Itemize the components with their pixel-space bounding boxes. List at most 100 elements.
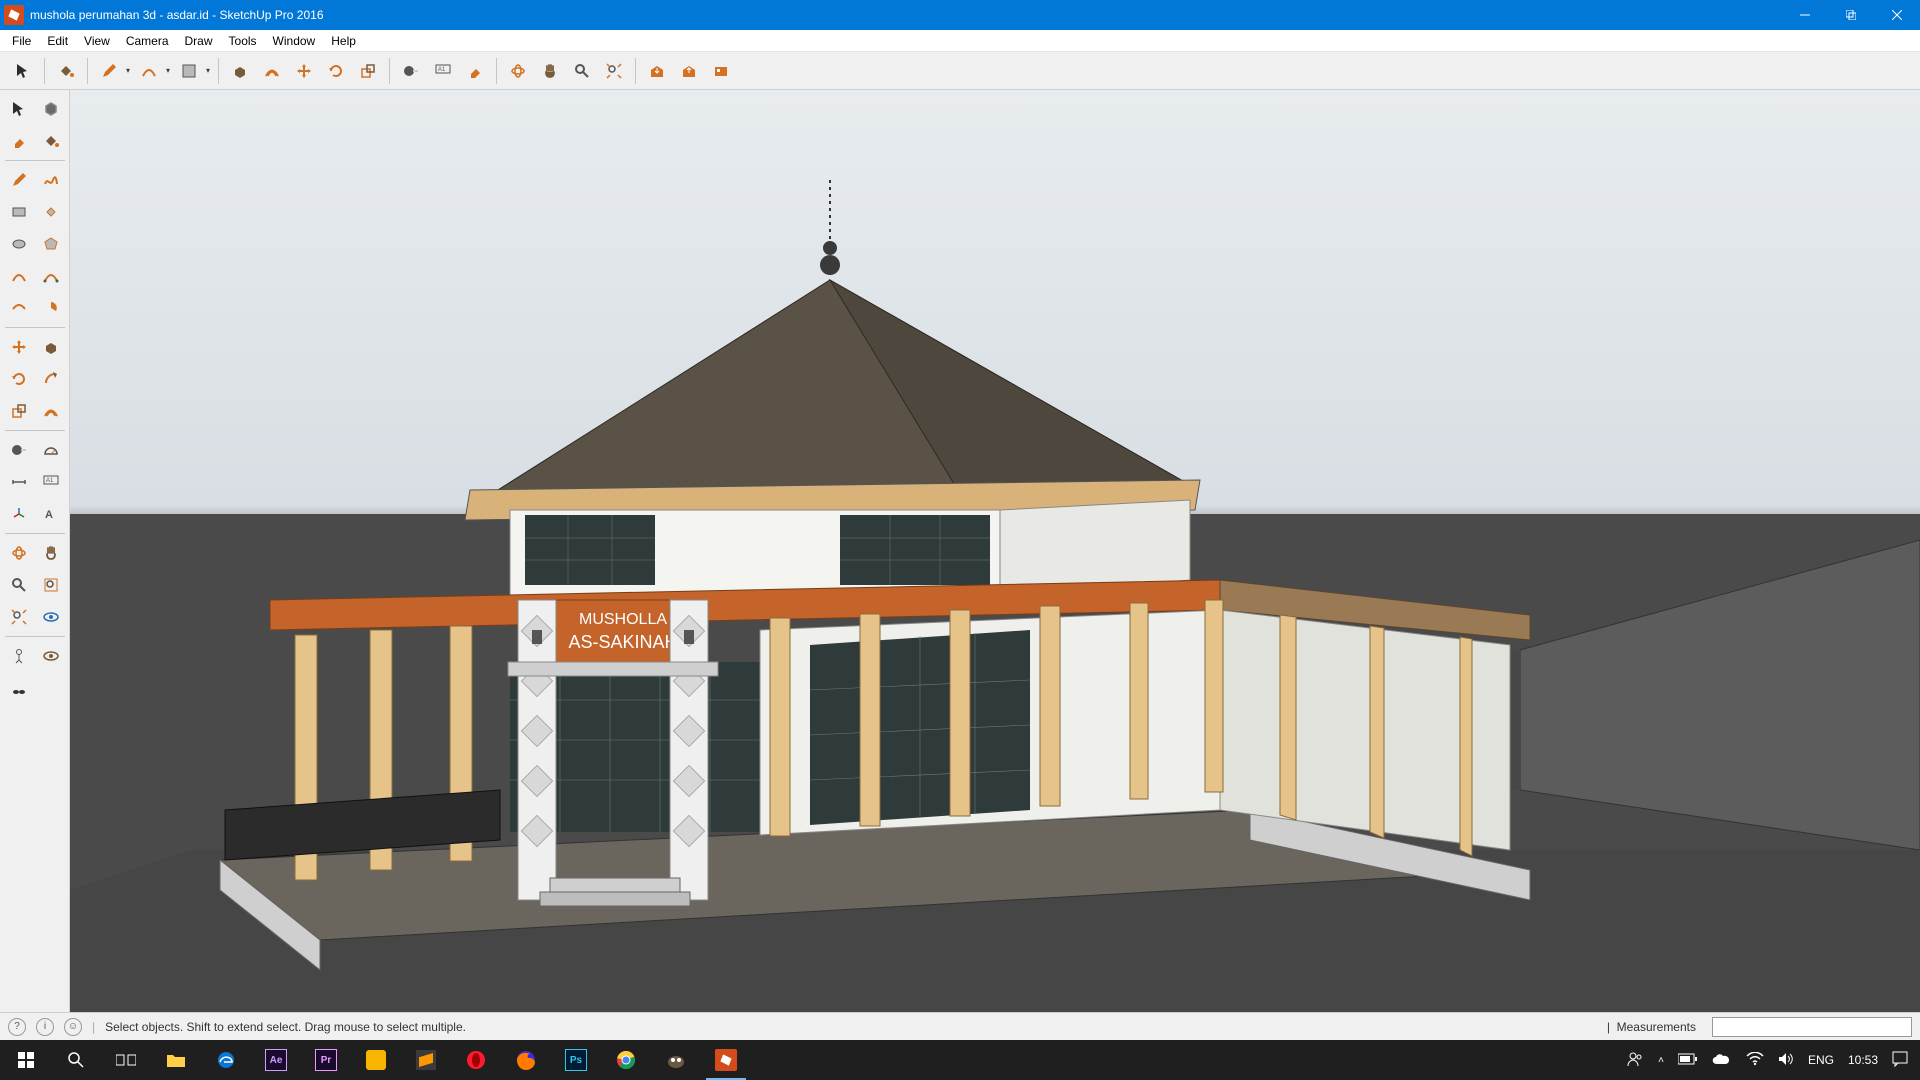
- chrome-button[interactable]: [602, 1040, 650, 1080]
- look-around-tool[interactable]: [36, 602, 66, 632]
- after-effects-button[interactable]: Ae: [252, 1040, 300, 1080]
- eraser-tool[interactable]: [460, 56, 490, 86]
- orbit-tool[interactable]: [4, 538, 34, 568]
- minimize-button[interactable]: [1782, 0, 1828, 30]
- zoom-window-tool[interactable]: [36, 570, 66, 600]
- rectangle-tool[interactable]: [4, 197, 34, 227]
- edge-button[interactable]: [202, 1040, 250, 1080]
- orbit-tool[interactable]: [503, 56, 533, 86]
- arc-dropdown[interactable]: ▾: [164, 66, 172, 75]
- pencil-dropdown[interactable]: ▾: [124, 66, 132, 75]
- rotate-tool[interactable]: [321, 56, 351, 86]
- sketchup-button[interactable]: [702, 1040, 750, 1080]
- eraser-tool[interactable]: [4, 126, 34, 156]
- text-label-tool[interactable]: A1: [428, 56, 458, 86]
- zoom-extents-tool[interactable]: [599, 56, 629, 86]
- battery-icon[interactable]: [1678, 1053, 1698, 1068]
- push-pull-tool[interactable]: [36, 332, 66, 362]
- opera-button[interactable]: [452, 1040, 500, 1080]
- volume-icon[interactable]: [1778, 1052, 1794, 1069]
- tray-chevron-icon[interactable]: ˄: [1658, 1055, 1664, 1066]
- user-icon[interactable]: ☺: [64, 1018, 82, 1036]
- 3d-viewport[interactable]: MUSHOLLA AS-SAKINAH: [70, 90, 1920, 1012]
- photoshop-button[interactable]: Ps: [552, 1040, 600, 1080]
- text-tool[interactable]: A1: [36, 467, 66, 497]
- rotated-rectangle-tool[interactable]: [36, 197, 66, 227]
- zoom-tool[interactable]: [4, 570, 34, 600]
- move-tool[interactable]: [4, 332, 34, 362]
- pan-tool[interactable]: [535, 56, 565, 86]
- close-button[interactable]: [1874, 0, 1920, 30]
- file-explorer-button[interactable]: [152, 1040, 200, 1080]
- push-pull-tool[interactable]: [225, 56, 255, 86]
- warehouse-share-tool[interactable]: [674, 56, 704, 86]
- menu-tools[interactable]: Tools: [221, 32, 265, 50]
- section-plane-tool[interactable]: [4, 673, 34, 703]
- action-center-icon[interactable]: [1892, 1051, 1908, 1070]
- svg-text:A1: A1: [438, 67, 446, 73]
- paint-bucket-tool[interactable]: [36, 126, 66, 156]
- firefox-button[interactable]: [502, 1040, 550, 1080]
- search-button[interactable]: [52, 1040, 100, 1080]
- premiere-button[interactable]: Pr: [302, 1040, 350, 1080]
- polygon-tool[interactable]: [36, 229, 66, 259]
- pie-tool[interactable]: [36, 293, 66, 323]
- menu-window[interactable]: Window: [265, 32, 324, 50]
- menu-help[interactable]: Help: [323, 32, 364, 50]
- spacer: [36, 673, 66, 703]
- position-camera-tool[interactable]: [4, 641, 34, 671]
- protractor-tool[interactable]: [36, 435, 66, 465]
- help-icon[interactable]: ?: [8, 1018, 26, 1036]
- zoom-tool[interactable]: [567, 56, 597, 86]
- 3d-text-tool[interactable]: A: [36, 499, 66, 529]
- rotate-tool[interactable]: [4, 364, 34, 394]
- pan-tool[interactable]: [36, 538, 66, 568]
- people-icon[interactable]: [1626, 1050, 1644, 1071]
- sublime-button[interactable]: [402, 1040, 450, 1080]
- menu-view[interactable]: View: [76, 32, 118, 50]
- tape-measure-tool[interactable]: [396, 56, 426, 86]
- menu-draw[interactable]: Draw: [177, 32, 221, 50]
- menu-edit[interactable]: Edit: [39, 32, 76, 50]
- scale-tool[interactable]: [4, 396, 34, 426]
- menu-file[interactable]: File: [4, 32, 39, 50]
- dimension-tool[interactable]: [4, 467, 34, 497]
- circle-tool[interactable]: [4, 229, 34, 259]
- start-button[interactable]: [2, 1040, 50, 1080]
- potplayer-button[interactable]: [352, 1040, 400, 1080]
- paint-bucket-tool[interactable]: [51, 56, 81, 86]
- extension-warehouse-tool[interactable]: [706, 56, 736, 86]
- task-view-button[interactable]: [102, 1040, 150, 1080]
- axes-tool[interactable]: [4, 499, 34, 529]
- offset-tool[interactable]: [36, 396, 66, 426]
- arc-tool[interactable]: [134, 56, 164, 86]
- select-tool[interactable]: [8, 56, 38, 86]
- menu-camera[interactable]: Camera: [118, 32, 177, 50]
- info-icon[interactable]: i: [36, 1018, 54, 1036]
- line-tool[interactable]: [4, 165, 34, 195]
- arc-3point-tool[interactable]: [4, 293, 34, 323]
- arc-tool[interactable]: [4, 261, 34, 291]
- maximize-button[interactable]: [1828, 0, 1874, 30]
- offset-tool[interactable]: [257, 56, 287, 86]
- gimp-button[interactable]: [652, 1040, 700, 1080]
- shape-dropdown[interactable]: ▾: [204, 66, 212, 75]
- onedrive-icon[interactable]: [1712, 1052, 1732, 1068]
- select-tool[interactable]: [4, 94, 34, 124]
- zoom-extents-tool[interactable]: [4, 602, 34, 632]
- arc-2point-tool[interactable]: [36, 261, 66, 291]
- walk-tool[interactable]: [36, 641, 66, 671]
- clock[interactable]: 10:53: [1848, 1053, 1878, 1067]
- move-tool[interactable]: [289, 56, 319, 86]
- tape-measure-tool[interactable]: [4, 435, 34, 465]
- make-component-tool[interactable]: [36, 94, 66, 124]
- pencil-tool[interactable]: [94, 56, 124, 86]
- shape-tool[interactable]: [174, 56, 204, 86]
- scale-tool[interactable]: [353, 56, 383, 86]
- freehand-tool[interactable]: [36, 165, 66, 195]
- language-indicator[interactable]: ENG: [1808, 1053, 1834, 1067]
- measurements-input[interactable]: [1712, 1017, 1912, 1037]
- warehouse-get-tool[interactable]: [642, 56, 672, 86]
- wifi-icon[interactable]: [1746, 1052, 1764, 1069]
- follow-me-tool[interactable]: [36, 364, 66, 394]
